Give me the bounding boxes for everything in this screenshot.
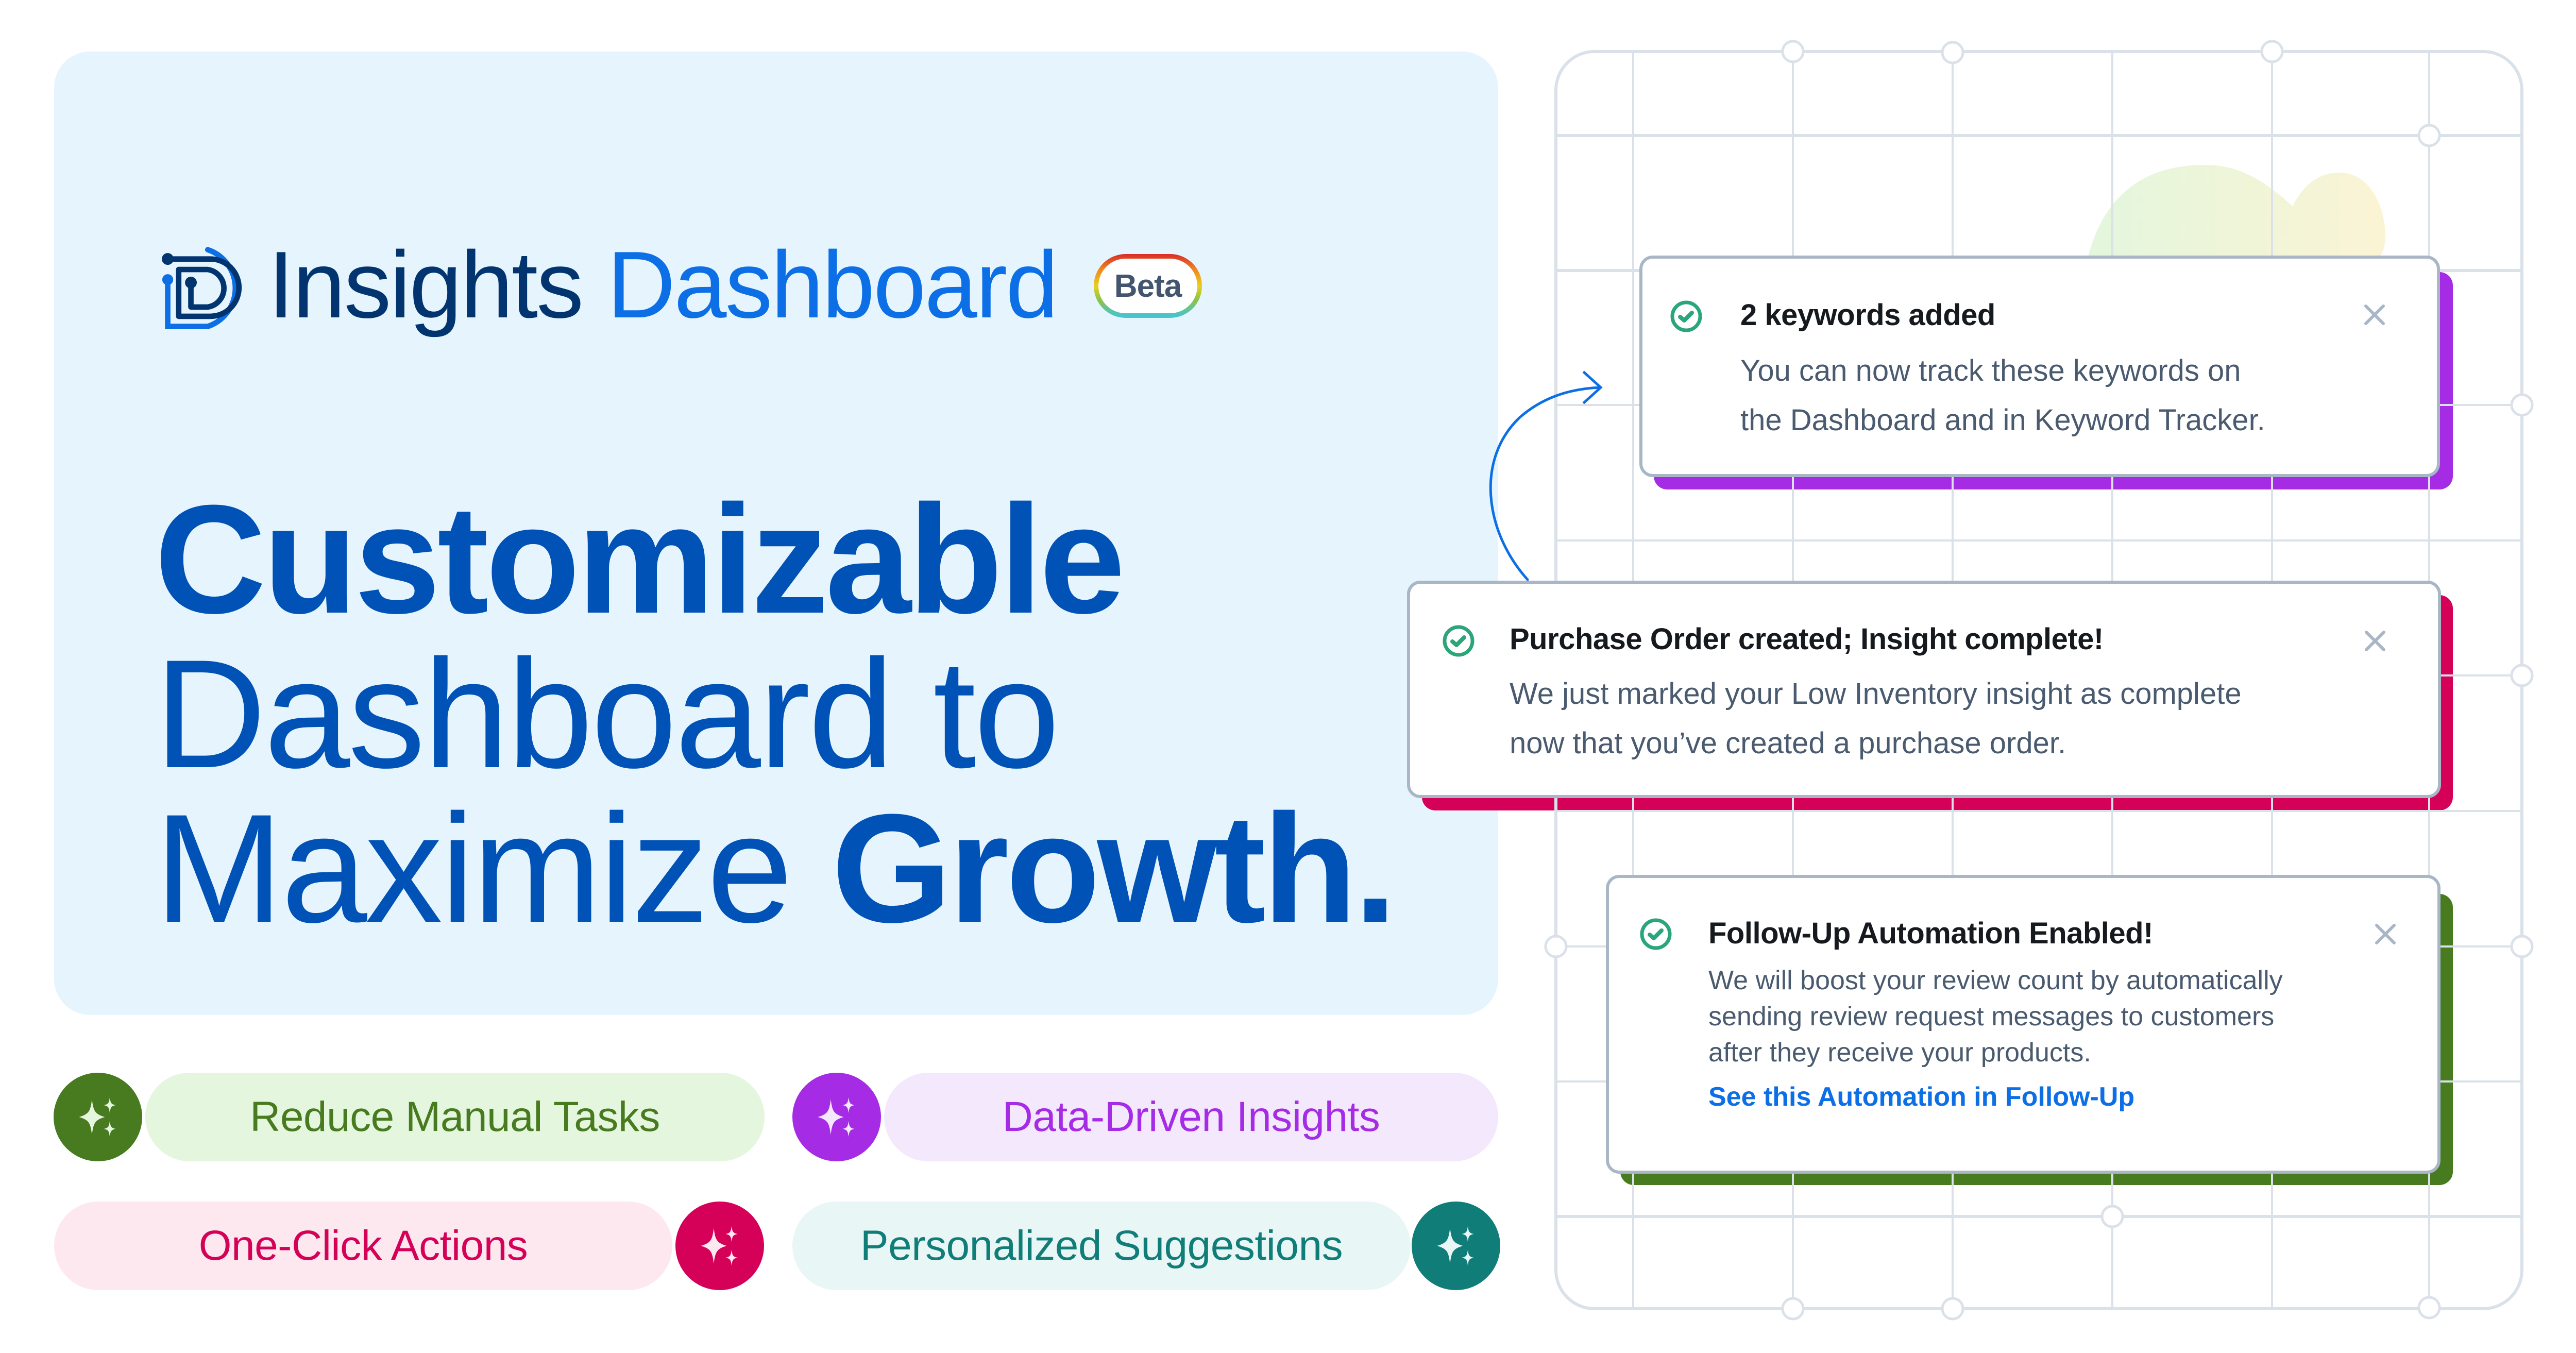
feature-pill-personalized-suggestions: Personalized Suggestions — [792, 1202, 1411, 1290]
check-circle-icon — [1443, 625, 1475, 657]
feature-pill-label: Data-Driven Insights — [1002, 1093, 1380, 1140]
sparkles-icon — [675, 1202, 764, 1290]
notification-title: Purchase Order created; Insight complete… — [1510, 622, 2104, 656]
feature-pill-label: Reduce Manual Tasks — [250, 1093, 660, 1140]
sparkles-icon — [54, 1073, 142, 1161]
notification-card-purchase-order: Purchase Order created; Insight complete… — [1407, 581, 2441, 798]
brand-title: Insights Dashboard — [268, 231, 1058, 337]
feature-pill-reduce-manual-tasks: Reduce Manual Tasks — [145, 1073, 765, 1161]
feature-pill-data-driven-insights: Data-Driven Insights — [884, 1073, 1498, 1161]
headline-line-2: Dashboard to — [155, 627, 1060, 800]
notification-body: We will boost your review count by autom… — [1708, 966, 2283, 1068]
feature-pill-label: Personalized Suggestions — [860, 1222, 1343, 1269]
brand-title-insights: Insights — [268, 231, 584, 337]
beta-badge: Beta — [1094, 254, 1202, 318]
beta-badge-label: Beta — [1098, 259, 1197, 313]
notification-card-follow-up-automation: Follow-Up Automation Enabled! We will bo… — [1606, 875, 2441, 1174]
headline-line-3-bold: Growth. — [832, 782, 1397, 955]
feature-pill-label: One-Click Actions — [198, 1222, 528, 1269]
check-circle-icon — [1670, 300, 1702, 332]
headline: Customizable Dashboard to Maximize Growt… — [155, 472, 1397, 945]
close-icon[interactable] — [2372, 921, 2398, 947]
sparkles-icon — [792, 1073, 881, 1161]
notification-body: We just marked your Low Inventory insigh… — [1510, 677, 2242, 760]
headline-line-3-light: Maximize — [155, 782, 832, 955]
feature-pill-one-click-actions: One-Click Actions — [54, 1202, 672, 1290]
curved-arrow-icon — [1489, 370, 1603, 581]
notification-title: 2 keywords added — [1740, 298, 1995, 332]
close-icon[interactable] — [2362, 302, 2387, 328]
see-automation-link[interactable]: See this Automation in Follow-Up — [1708, 1079, 2134, 1115]
check-circle-icon — [1640, 918, 1672, 950]
close-icon[interactable] — [2362, 628, 2388, 654]
notification-card-keywords-added: 2 keywords added You can now track these… — [1639, 256, 2440, 477]
notification-title: Follow-Up Automation Enabled! — [1708, 917, 2153, 950]
notification-body: You can now track these keywords on the … — [1740, 354, 2265, 437]
sparkles-icon — [1412, 1202, 1500, 1290]
brand-title-dashboard: Dashboard — [607, 231, 1058, 337]
headline-line-1: Customizable — [155, 472, 1125, 646]
insights-d-logo-icon — [162, 247, 242, 329]
